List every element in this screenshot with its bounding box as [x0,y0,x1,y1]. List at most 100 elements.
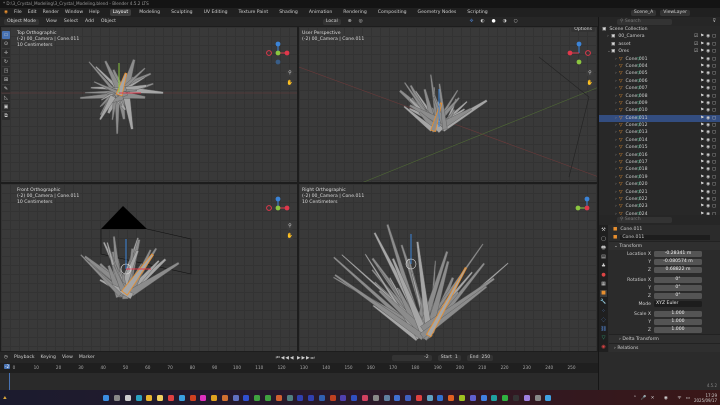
overlay-toggle-icon[interactable]: ◐ [481,19,485,24]
taskbar-app-icon[interactable] [189,394,196,401]
outliner-item[interactable]: › ▽ Cone.005 ▽ ⚑◉◻ [599,70,720,77]
taskbar-app-icon[interactable] [459,394,466,401]
outliner-item[interactable]: › ▽ Cone.016 ▽ ⚑◉◻ [599,152,720,159]
visibility-toggles[interactable]: ⚑◉◻ [700,174,718,181]
view-layer-tab-icon[interactable]: ▤ [600,254,607,261]
clock[interactable]: 17:29 2025/09/17 [694,393,720,403]
visibility-toggles[interactable]: ⚑◉◻ [700,85,718,92]
menu-object[interactable]: Object [101,19,116,24]
taskbar-app-icon[interactable] [372,394,379,401]
pan-hand-icon[interactable]: ✋ [586,79,594,87]
visibility-toggles[interactable]: ⚑◉◻ [700,203,718,210]
taskbar-app-icon[interactable] [297,394,304,401]
menu-edit[interactable]: Edit [28,10,37,15]
scale-y-field[interactable]: 1.000 [654,318,702,326]
workspace-tab[interactable]: Modeling [136,9,163,16]
location-y-field[interactable]: -0.080574 m [654,258,702,266]
workspace-tab[interactable]: Geometry Nodes [415,9,460,16]
taskbar-app-icon[interactable] [243,394,250,401]
workspace-tab[interactable]: Shading [276,9,301,16]
outliner-collection-asset[interactable]: ▣ asset ☑⚑◉◻ [599,41,720,48]
taskbar-app-icon[interactable] [502,394,509,401]
marker-menu[interactable]: Marker [79,355,95,360]
taskbar-app-icon[interactable] [221,394,228,401]
timeline-ruler[interactable]: 0 10 20 30 40 50 60 70 80 90 100 110 120 130 140 150 160… [0,363,598,373]
navigation-gizmo[interactable] [266,41,290,65]
taskbar-app-icon[interactable] [340,394,347,401]
taskbar-app-icon[interactable] [512,394,519,401]
outliner-item[interactable]: › ▽ Cone.020 ▽ ⚑◉◻ [599,181,720,188]
taskbar-app-icon[interactable] [167,394,174,401]
playhead[interactable]: -2 [4,364,11,369]
menu-help[interactable]: Help [89,10,99,15]
visibility-toggles[interactable]: ⚑◉◻ [700,100,718,107]
transform-panel-header[interactable]: ⌄ Transform [609,241,720,250]
physics-tab-icon[interactable]: ◌ [600,317,607,324]
menu-select[interactable]: Select [64,19,78,24]
taskbar-app-icon[interactable] [275,394,282,401]
current-frame-field[interactable]: -2 [391,354,432,361]
pan-hand-icon[interactable]: ✋ [286,79,294,87]
taskbar-app-icon[interactable] [437,394,444,401]
view-layer-selector[interactable]: ViewLayer [660,9,690,16]
playback-menu[interactable]: Playback [14,355,35,360]
proportional-edit-icon[interactable]: ◎ [359,19,363,24]
scene-selector[interactable]: Scene_A [630,9,657,16]
navigation-gizmo[interactable] [575,196,598,220]
outliner-item[interactable]: › ▽ Cone.001 ▽ ⚑◉◻ [599,56,720,63]
taskbar-app-icon[interactable] [491,394,498,401]
taskbar-app-icon[interactable] [448,394,455,401]
visibility-toggles[interactable]: ⚑◉◻ [700,196,718,203]
menu-view[interactable]: View [46,19,57,24]
editor-type-icon[interactable]: ◷ [4,355,8,360]
workspace-tab[interactable]: Compositing [375,9,410,16]
taskbar-app-icon[interactable] [264,394,271,401]
viewport-right[interactable]: Right Orthographic (-2) 00_Camera | Cone… [298,183,598,352]
visibility-toggles[interactable]: ⚑◉◻ [700,137,718,144]
rotation-mode-select[interactable]: XYZ Euler [654,300,702,308]
menu-render[interactable]: Render [43,10,59,15]
taskbar-app-icon[interactable] [405,394,412,401]
workspace-tab[interactable]: UV Editing [201,9,231,16]
delta-transform-panel[interactable]: › Delta Transform [609,334,720,343]
taskbar-app-icon[interactable] [318,394,325,401]
taskbar-app-icon[interactable] [426,394,433,401]
keying-menu[interactable]: Keying [41,355,56,360]
output-tab-icon[interactable]: 🖶 [600,245,607,252]
visibility-toggles[interactable]: ⚑◉◻ [700,189,718,196]
scale-z-field[interactable]: 1.000 [654,326,702,334]
outliner-collection-ores[interactable]: ⌄ ▣ Ores ☑⚑◉◻ [599,48,720,55]
properties-search[interactable]: ⚲ Search [617,217,672,223]
visibility-toggles[interactable]: ⚑◉◻ [700,152,718,159]
shading-material-icon[interactable]: ◑ [503,19,507,24]
world-tab-icon[interactable]: ● [600,272,607,279]
outliner-item[interactable]: › ▽ Cone.021 ▽ ⚑◉◻ [599,189,720,196]
outliner-item[interactable]: › ▽ Cone.009 ▽ ⚑◉◻ [599,100,720,107]
material-tab-icon[interactable]: ◉ [600,344,607,351]
taskbar-app-icon[interactable] [480,394,487,401]
location-x-field[interactable]: -0.28341 m [654,250,702,258]
visibility-toggles[interactable]: ⚑◉◻ [700,181,718,188]
transform-orientation[interactable]: Local [322,18,341,25]
navigation-gizmo[interactable] [266,196,290,220]
crystal-mesh-top[interactable] [1,27,298,183]
viewport-top[interactable]: ▭ ⊙ ✛ ↻ ◳ ⊞ ✎ ◺ ▣ ⧉ Top Orthographic (-2… [0,26,298,183]
weather-widget-icon[interactable]: ⛰ [3,395,7,401]
outliner-item[interactable]: › ▽ Cone.007 ▽ ⚑◉◻ [599,85,720,92]
outliner-item[interactable]: › ▽ Cone.004 ▽ ⚑◉◻ [599,63,720,70]
taskbar-app-icon[interactable] [523,394,530,401]
outliner-item[interactable]: › ▽ Cone.022 ▽ ⚑◉◻ [599,196,720,203]
taskbar-app-icon[interactable] [114,394,121,401]
outliner-item[interactable]: › ▽ Cone.018 ▽ ⚑◉◻ [599,166,720,173]
constraints-tab-icon[interactable]: ⛓ [600,326,607,333]
taskbar-app-icon[interactable] [394,394,401,401]
outliner-item[interactable]: › ▽ Cone.015 ▽ ⚑◉◻ [599,144,720,151]
system-tray-icons[interactable]: ⌃🎤✕ ◉ ᯤ▭ [633,395,694,401]
taskbar-app-icon[interactable] [200,394,207,401]
visibility-toggles[interactable]: ⚑◉◻ [700,159,718,166]
taskbar-app-icon[interactable] [232,394,239,401]
visibility-toggles[interactable]: ⚑◉◻ [700,78,718,85]
outliner-item[interactable]: › ▽ Cone.006 ▽ ⚑◉◻ [599,78,720,85]
taskbar-app-icon[interactable] [124,394,131,401]
workspace-tab[interactable]: Rendering [340,9,369,16]
